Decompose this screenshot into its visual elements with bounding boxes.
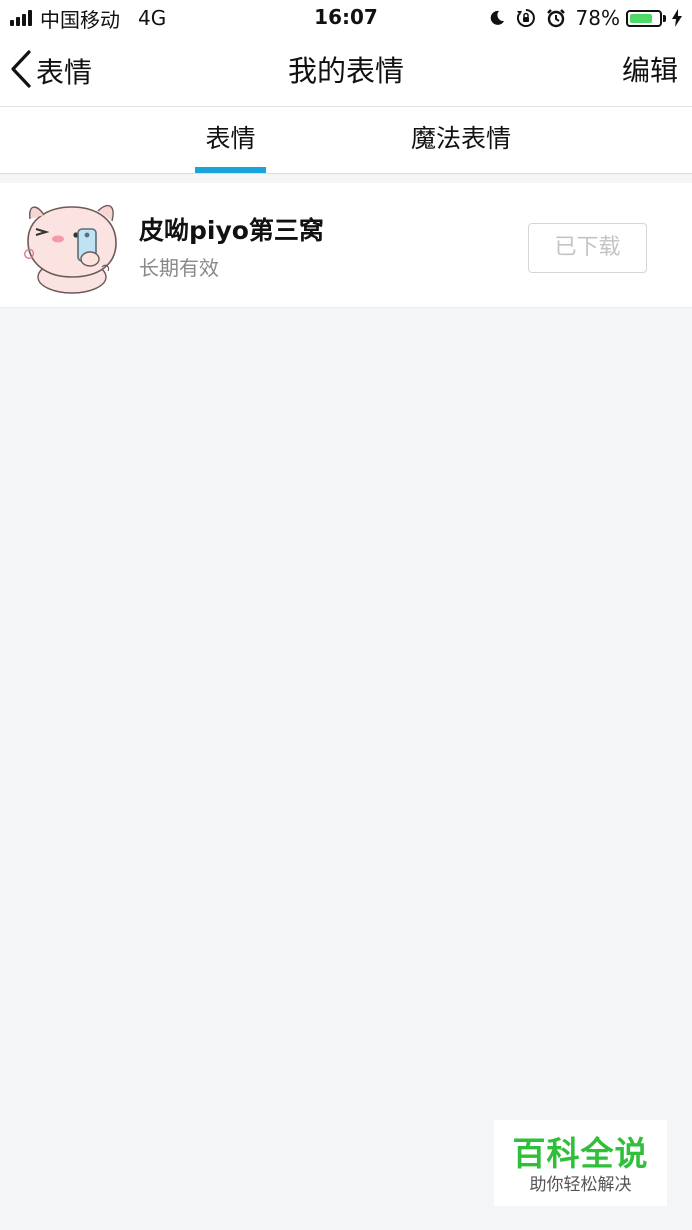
charging-icon [672, 9, 682, 27]
battery-fill [630, 13, 652, 23]
list-item[interactable]: 皮呦piyo第三窝 长期有效 已下载 [0, 183, 692, 308]
sticker-pack-title: 皮呦piyo第三窝 [139, 216, 324, 245]
battery-icon [626, 9, 666, 27]
status-right: 78% [478, 5, 682, 31]
sticker-pack-list: 皮呦piyo第三窝 长期有效 已下载 [0, 183, 692, 308]
battery-percent: 78% [575, 6, 620, 30]
rotation-lock-icon [516, 8, 536, 28]
downloaded-button[interactable]: 已下载 [528, 223, 647, 273]
edit-button[interactable]: 编辑 [622, 50, 678, 92]
status-bar: 中国移动 4G 16:07 78% [0, 0, 692, 36]
alarm-icon [546, 8, 566, 28]
tab-magic-emoji[interactable]: 魔法表情 [400, 107, 522, 173]
tab-bar: 表情 魔法表情 [0, 107, 692, 174]
watermark-subtitle: 助你轻松解决 [529, 1175, 632, 1195]
page-title: 我的表情 [287, 54, 404, 88]
nav-bar: 表情 我的表情 编辑 [0, 36, 692, 107]
active-tab-indicator [195, 167, 266, 173]
pig-sticker-icon [14, 195, 124, 295]
tab-emoji[interactable]: 表情 [195, 107, 266, 173]
watermark-logo: 百科全说 助你轻松解决 [494, 1120, 667, 1206]
moon-icon [488, 9, 506, 27]
sticker-pack-validity: 长期有效 [139, 256, 219, 280]
watermark-title: 百科全说 [512, 1134, 649, 1173]
